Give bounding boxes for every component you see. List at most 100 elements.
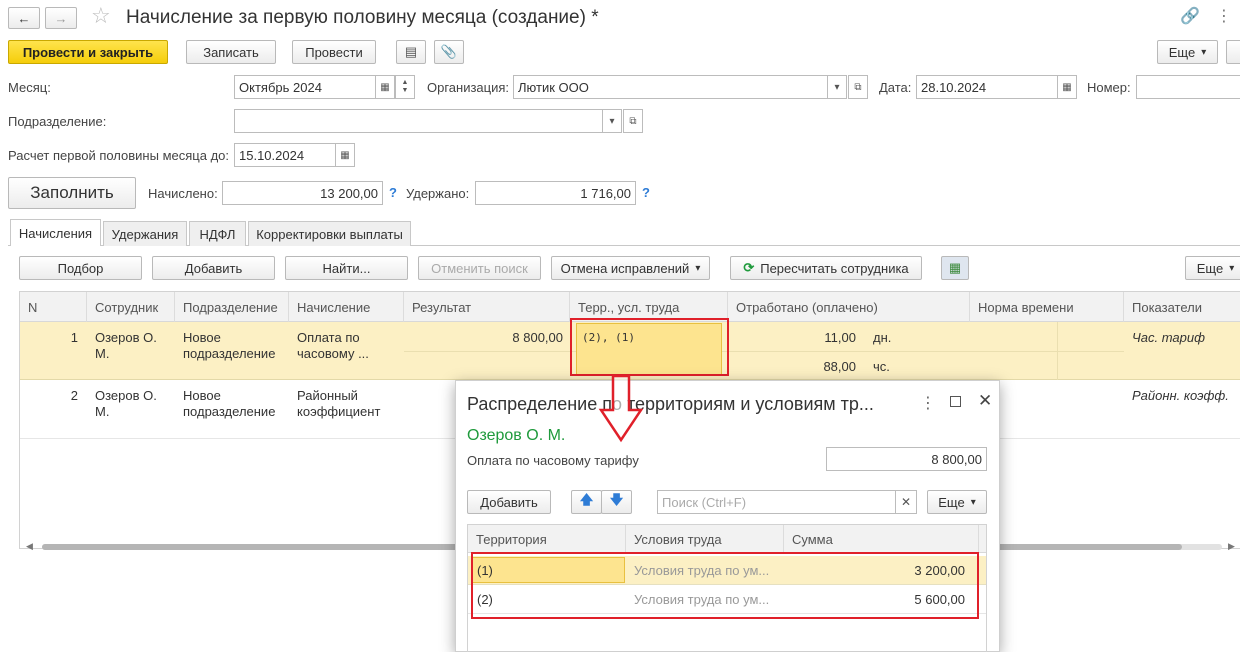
post-and-close-button[interactable]: Провести и закрыть xyxy=(8,40,168,64)
tab-payment-corrections[interactable]: Корректировки выплаты xyxy=(248,221,411,246)
tab-withholdings[interactable]: Удержания xyxy=(103,221,187,246)
row1-worked-days: 11,00 xyxy=(824,330,856,345)
document-icon-button[interactable]: ▤ xyxy=(396,40,426,64)
popup-add-button[interactable]: Добавить xyxy=(467,490,551,514)
withheld-label: Удержано: xyxy=(406,186,470,201)
dept-field[interactable] xyxy=(234,109,604,133)
col-header-employee[interactable]: Сотрудник xyxy=(87,292,175,322)
popup-col-conditions[interactable]: Условия труда xyxy=(626,525,784,553)
popup-title: Распределение по территориям и условиям … xyxy=(467,394,874,414)
arrow-right-icon: → xyxy=(54,10,68,26)
popup-move-down-button[interactable]: 🡇 xyxy=(601,490,632,514)
open-form-icon: ⧉ xyxy=(854,81,862,93)
calendar-icon: ▦ xyxy=(380,81,390,93)
cancel-fixes-button[interactable]: Отмена исправлений xyxy=(551,256,710,280)
stepper-up-icon: ▲ xyxy=(401,79,409,86)
document-icon: ▤ xyxy=(404,44,418,59)
col-header-norm[interactable]: Норма времени xyxy=(970,292,1124,322)
cancel-search-button[interactable]: Отменить поиск xyxy=(418,256,541,280)
date-calendar-button[interactable]: ▦ xyxy=(1057,75,1077,99)
toolbar-edge-button[interactable] xyxy=(1226,40,1240,64)
month-field[interactable]: Октябрь 2024 xyxy=(234,75,376,99)
link-icon[interactable]: 🔗 xyxy=(1180,6,1200,26)
col-header-indicators[interactable]: Показатели xyxy=(1124,292,1240,322)
dept-open-button[interactable]: ⧉ xyxy=(623,109,643,133)
row1-norm-hdivider xyxy=(970,351,1124,352)
row1-unit-days: дн. xyxy=(873,330,892,345)
number-label: Номер: xyxy=(1087,80,1131,95)
open-form-icon: ⧉ xyxy=(629,115,637,127)
popup-employee[interactable]: Озеров О. М. xyxy=(467,427,565,445)
annotation-frame-terr xyxy=(570,318,729,376)
tab-ndfl[interactable]: НДФЛ xyxy=(189,221,246,246)
favorite-star-icon[interactable]: ☆ xyxy=(91,3,111,29)
row1-unit-hours: чс. xyxy=(873,359,890,374)
month-calendar-button[interactable]: ▦ xyxy=(375,75,395,99)
popup-maximize-icon[interactable] xyxy=(950,396,961,407)
popup-col-territory[interactable]: Территория xyxy=(468,525,626,553)
col-header-accrual[interactable]: Начисление xyxy=(289,292,404,322)
calc-until-field[interactable]: 15.10.2024 xyxy=(234,143,336,167)
pick-button[interactable]: Подбор xyxy=(19,256,142,280)
stepper-down-icon: ▼ xyxy=(401,87,409,94)
arrow-left-icon: ← xyxy=(17,10,31,26)
row2-accrual: Районный коэффициент xyxy=(297,388,381,419)
chevron-down-icon: ▾ xyxy=(609,115,615,127)
forward-button[interactable]: → xyxy=(45,7,77,29)
accrued-help-icon[interactable]: ? xyxy=(389,185,397,200)
grid-settings-button[interactable]: ▦ xyxy=(941,256,969,280)
annotation-arrow-icon xyxy=(598,374,644,443)
close-icon: ✕ xyxy=(900,495,912,509)
org-dropdown-button[interactable]: ▾ xyxy=(827,75,847,99)
save-button[interactable]: Записать xyxy=(186,40,276,64)
row1-employee: Озеров О. М. xyxy=(95,330,157,361)
row1-dept: Новое подразделение xyxy=(183,330,276,361)
popup-more-button[interactable]: Еще xyxy=(927,490,987,514)
dept-dropdown-button[interactable]: ▾ xyxy=(602,109,622,133)
popup-search-clear-button[interactable]: ✕ xyxy=(895,490,917,514)
org-field[interactable]: Лютик ООО xyxy=(513,75,829,99)
popup-search-input[interactable]: Поиск (Ctrl+F) xyxy=(657,490,897,514)
popup-menu-icon[interactable]: ⋮ xyxy=(920,393,936,413)
row2-n: 2 xyxy=(70,388,78,403)
recalc-employee-button[interactable]: ⟳ Пересчитать сотрудника xyxy=(730,256,922,280)
scroll-right-icon[interactable]: ▶ xyxy=(1228,541,1235,552)
window-title: Начисление за первую половину месяца (со… xyxy=(126,7,599,28)
calc-until-label: Расчет первой половины месяца до: xyxy=(8,148,229,163)
tab-accruals[interactable]: Начисления xyxy=(10,219,101,246)
add-row-button[interactable]: Добавить xyxy=(152,256,275,280)
post-button[interactable]: Провести xyxy=(292,40,376,64)
popup-close-icon[interactable]: ✕ xyxy=(978,391,992,411)
back-button[interactable]: ← xyxy=(8,7,40,29)
more-vertical-icon[interactable]: ⋮ xyxy=(1216,6,1232,26)
number-field[interactable] xyxy=(1136,75,1240,99)
refresh-icon: ⟳ xyxy=(743,260,755,275)
row1-accrual: Оплата по часовому ... xyxy=(297,330,369,361)
scroll-left-icon[interactable]: ◀ xyxy=(26,541,33,552)
col-header-worked[interactable]: Отработано (оплачено) xyxy=(728,292,970,322)
fill-button[interactable]: Заполнить xyxy=(8,177,136,209)
calendar-icon: ▦ xyxy=(1062,81,1072,93)
date-field[interactable]: 28.10.2024 xyxy=(916,75,1058,99)
grid-icon: ▦ xyxy=(948,260,962,275)
org-label: Организация: xyxy=(427,80,510,95)
date-label: Дата: xyxy=(879,80,912,95)
table-more-button[interactable]: Еще xyxy=(1185,256,1240,280)
col-header-dept[interactable]: Подразделение xyxy=(175,292,289,322)
dept-label: Подразделение: xyxy=(8,114,107,129)
org-open-button[interactable]: ⧉ xyxy=(848,75,868,99)
attach-button[interactable]: 📎 xyxy=(434,40,464,64)
chevron-down-icon: ▾ xyxy=(834,81,840,93)
col-header-n[interactable]: N xyxy=(20,292,87,322)
withheld-help-icon[interactable]: ? xyxy=(642,185,650,200)
accrued-field: 13 200,00 xyxy=(222,181,383,205)
col-header-result[interactable]: Результат xyxy=(404,292,570,322)
find-button[interactable]: Найти... xyxy=(285,256,408,280)
calc-calendar-button[interactable]: ▦ xyxy=(335,143,355,167)
row1-indicator: Час. тариф xyxy=(1132,330,1205,345)
popup-col-sum[interactable]: Сумма xyxy=(784,525,979,553)
month-stepper[interactable]: ▲ ▼ xyxy=(395,75,415,99)
popup-move-up-button[interactable]: 🡅 xyxy=(571,490,602,514)
more-button[interactable]: Еще xyxy=(1157,40,1218,64)
popup-accrual-field: 8 800,00 xyxy=(826,447,987,471)
